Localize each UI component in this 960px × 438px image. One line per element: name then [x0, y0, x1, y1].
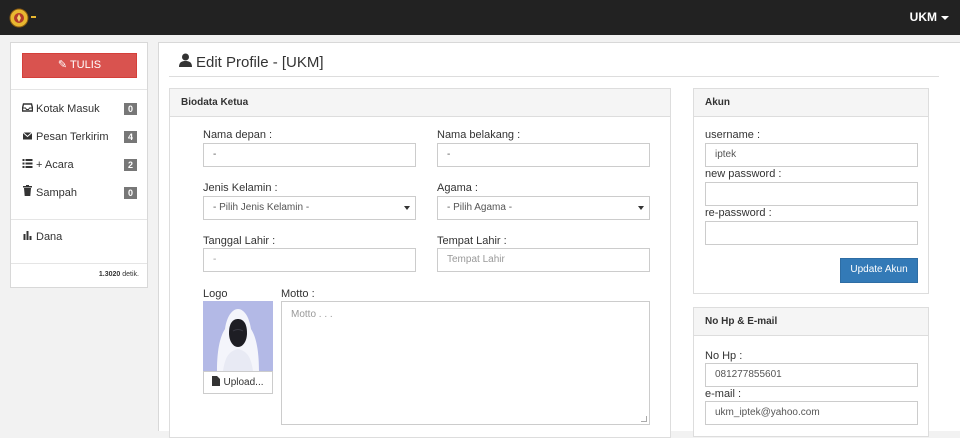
dob-label: Tanggal Lahir : — [203, 235, 276, 247]
religion-select-value: - Pilih Agama - — [447, 202, 513, 213]
contact-panel: No Hp & E-mail No Hp : 081277855601 e-ma… — [693, 307, 929, 437]
render-time: 1.3020 detik. — [99, 271, 139, 278]
main-content: Edit Profile - [UKM] Biodata Ketua Nama … — [158, 42, 960, 438]
religion-label: Agama : — [437, 182, 478, 194]
chevron-down-icon — [941, 15, 949, 20]
new-password-input[interactable] — [705, 182, 918, 206]
chevron-down-icon — [638, 206, 644, 210]
sidebar-item-label: Dana — [36, 231, 63, 243]
repassword-input[interactable] — [705, 221, 918, 245]
phone-label: No Hp : — [705, 350, 743, 362]
new-password-label: new password : — [705, 168, 782, 180]
panel-heading: No Hp & E-mail — [694, 308, 928, 336]
logo-suffix — [31, 16, 36, 18]
page-title: Edit Profile - [UKM] — [179, 53, 324, 71]
gender-select[interactable]: - Pilih Jenis Kelamin - — [203, 196, 416, 220]
user-icon — [179, 53, 192, 67]
first-name-label: Nama depan : — [203, 129, 273, 141]
user-menu[interactable]: UKM — [910, 10, 949, 24]
sidebar-item-trash[interactable]: Sampah 0 — [22, 185, 137, 201]
top-navbar: UKM — [0, 0, 960, 35]
list-icon — [22, 159, 33, 168]
repassword-label: re-password : — [705, 207, 772, 219]
page-title-text: Edit Profile - [UKM] — [196, 54, 324, 71]
motto-label: Motto : — [281, 288, 315, 300]
email-input[interactable]: ukm_iptek@yahoo.com — [705, 401, 918, 425]
render-time-unit: detik. — [122, 271, 139, 278]
sidebar-item-events[interactable]: + Acara 2 — [22, 157, 137, 173]
logo-label: Logo — [203, 288, 228, 300]
divider — [11, 263, 147, 264]
divider — [11, 89, 147, 90]
envelope-icon — [22, 132, 33, 140]
username-label: username : — [705, 129, 761, 141]
sidebar: ✎ TULIS Kotak Masuk 0 Pesan Terkirim 4 +… — [10, 42, 148, 288]
username-input[interactable]: iptek — [705, 143, 918, 167]
count-badge: 4 — [124, 131, 137, 143]
panel-heading: Akun — [694, 89, 928, 117]
write-button[interactable]: ✎ TULIS — [22, 53, 137, 78]
pencil-icon: ✎ — [57, 59, 68, 71]
chevron-down-icon — [404, 206, 410, 210]
email-label: e-mail : — [705, 388, 742, 400]
upload-button-label: Upload... — [223, 377, 264, 388]
dob-input[interactable]: - — [203, 248, 416, 272]
pob-input[interactable]: Tempat Lahir — [437, 248, 650, 272]
resize-handle[interactable] — [641, 416, 647, 422]
pob-label: Tempat Lahir : — [437, 235, 507, 247]
inbox-icon — [22, 103, 33, 112]
sidebar-item-label: Kotak Masuk — [36, 103, 100, 115]
motto-placeholder: Motto . . . — [291, 309, 333, 320]
divider — [169, 76, 939, 77]
religion-select[interactable]: - Pilih Agama - — [437, 196, 650, 220]
upload-button[interactable]: Upload... — [203, 371, 273, 394]
biodata-panel: Biodata Ketua Nama depan : - Nama belaka… — [169, 88, 671, 438]
logo-image — [203, 301, 273, 371]
gender-label: Jenis Kelamin : — [203, 182, 278, 194]
count-badge: 0 — [124, 187, 137, 199]
user-menu-label: UKM — [909, 10, 937, 24]
first-name-input[interactable]: - — [203, 143, 416, 167]
write-button-label: TULIS — [69, 59, 102, 71]
gender-select-value: - Pilih Jenis Kelamin - — [213, 202, 310, 213]
phone-input[interactable]: 081277855601 — [705, 363, 918, 387]
sidebar-item-label: Pesan Terkirim — [36, 131, 109, 143]
count-badge: 2 — [124, 159, 137, 171]
motto-textarea[interactable]: Motto . . . — [281, 301, 650, 425]
bar-chart-icon — [23, 231, 32, 240]
logo-icon[interactable] — [9, 8, 29, 28]
update-account-button[interactable]: Update Akun — [840, 258, 918, 283]
render-time-value: 1.3020 — [98, 271, 121, 278]
last-name-input[interactable]: - — [437, 143, 650, 167]
account-panel: Akun username : iptek new password : re-… — [693, 88, 929, 294]
last-name-label: Nama belakang : — [437, 129, 521, 141]
sidebar-item-dana[interactable]: Dana — [22, 229, 137, 245]
sidebar-item-label: Sampah — [36, 187, 77, 199]
sidebar-item-inbox[interactable]: Kotak Masuk 0 — [22, 101, 137, 117]
trash-icon — [23, 185, 32, 196]
count-badge: 0 — [124, 103, 137, 115]
sidebar-item-sent[interactable]: Pesan Terkirim 4 — [22, 129, 137, 145]
panel-heading: Biodata Ketua — [170, 89, 670, 117]
file-icon — [212, 376, 221, 386]
divider — [11, 219, 147, 220]
sidebar-item-label: + Acara — [36, 159, 74, 171]
